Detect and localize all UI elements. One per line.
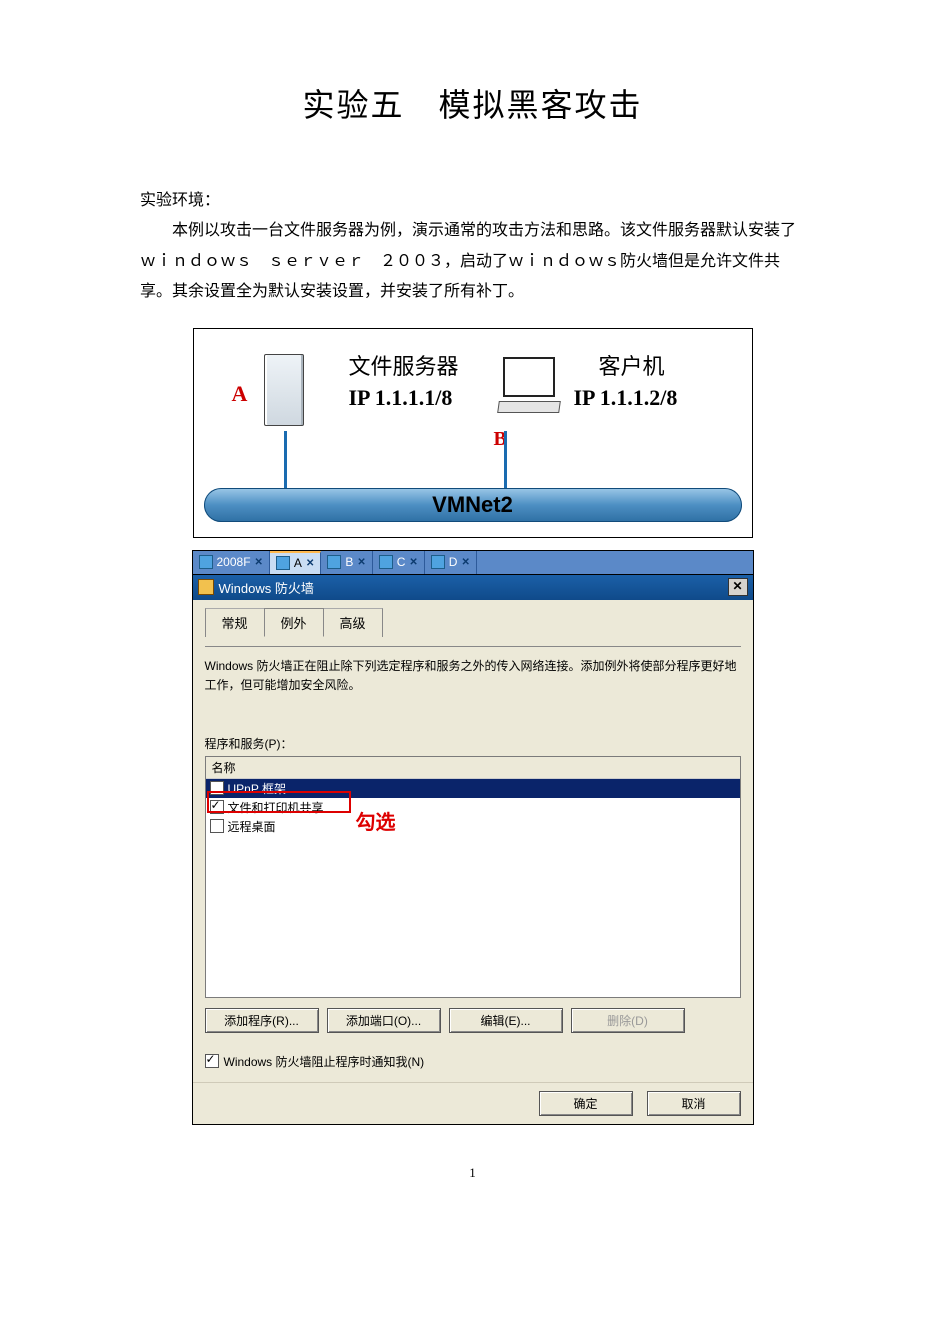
- vm-icon: [431, 555, 445, 569]
- close-icon[interactable]: ✕: [461, 557, 469, 568]
- list-item-fileshare[interactable]: 文件和打印机共享: [206, 798, 740, 817]
- vm-icon: [276, 556, 290, 570]
- dialog-tabs: 常规 例外 高级: [205, 608, 741, 637]
- vm-tab[interactable]: C ✕: [373, 551, 425, 574]
- network-wire: [284, 431, 287, 488]
- checkbox[interactable]: [210, 819, 224, 833]
- server-icon: [234, 344, 329, 434]
- tab-general[interactable]: 常规: [205, 608, 265, 637]
- add-port-button[interactable]: 添加端口(O)...: [327, 1008, 441, 1033]
- vm-tab[interactable]: 2008F ✕: [193, 551, 270, 574]
- server-letter: A: [232, 381, 248, 407]
- close-icon[interactable]: ✕: [255, 557, 263, 568]
- notify-option[interactable]: Windows 防火墙阻止程序时通知我(N): [205, 1053, 741, 1070]
- checkbox[interactable]: [210, 800, 224, 814]
- dialog-description: Windows 防火墙正在阻止除下列选定程序和服务之外的传入网络连接。添加例外将…: [205, 657, 741, 695]
- client-icon: [484, 357, 574, 413]
- tab-exceptions[interactable]: 例外: [264, 608, 324, 637]
- delete-button[interactable]: 删除(D): [571, 1008, 685, 1033]
- server-ip: IP 1.1.1.1/8: [349, 385, 453, 411]
- list-header: 名称: [206, 757, 740, 779]
- vm-tab[interactable]: B ✕: [321, 551, 372, 574]
- vm-tab-label: 2008F: [217, 555, 251, 569]
- vm-tab[interactable]: D ✕: [425, 551, 477, 574]
- notify-label: Windows 防火墙阻止程序时通知我(N): [224, 1053, 425, 1070]
- close-icon[interactable]: ✕: [357, 557, 365, 568]
- cancel-button[interactable]: 取消: [647, 1091, 741, 1116]
- vm-tab-label: A: [294, 556, 302, 570]
- dialog-titlebar[interactable]: Windows 防火墙 ✕: [193, 575, 753, 600]
- dialog-buttons-row: 添加程序(R)... 添加端口(O)... 编辑(E)... 删除(D): [205, 1008, 741, 1033]
- server-title: 文件服务器: [349, 349, 459, 381]
- env-paragraph: 本例以攻击一台文件服务器为例，演示通常的攻击方法和思路。该文件服务器默认安装了ｗ…: [140, 216, 805, 307]
- vm-tab-label: B: [345, 555, 353, 569]
- list-item-label: 远程桌面: [228, 818, 276, 835]
- close-icon[interactable]: ✕: [306, 558, 314, 569]
- page-number: 1: [140, 1165, 805, 1181]
- annotation-text: 勾选: [356, 806, 396, 835]
- shield-icon: [198, 579, 214, 595]
- doc-title: 实验五 模拟黑客攻击: [140, 80, 805, 126]
- client-ip: IP 1.1.1.2/8: [574, 385, 678, 411]
- tab-advanced[interactable]: 高级: [323, 608, 383, 637]
- env-label: 实验环境：: [140, 186, 805, 216]
- ok-button[interactable]: 确定: [539, 1091, 633, 1116]
- client-title: 客户机: [599, 349, 665, 381]
- close-button[interactable]: ✕: [728, 578, 748, 596]
- checkbox[interactable]: [205, 1054, 219, 1068]
- checkbox[interactable]: [210, 781, 224, 795]
- list-item-label: UPnP 框架: [228, 780, 286, 797]
- vm-tabstrip: 2008F ✕ A ✕ B ✕ C ✕ D ✕: [192, 550, 754, 574]
- add-program-button[interactable]: 添加程序(R)...: [205, 1008, 319, 1033]
- programs-listbox[interactable]: 名称 UPnP 框架 文件和打印机共享 远程桌面 勾选: [205, 756, 741, 998]
- list-group-label: 程序和服务(P)：: [205, 735, 741, 752]
- vm-icon: [199, 555, 213, 569]
- network-wire: [504, 431, 507, 488]
- list-item-upnp[interactable]: UPnP 框架: [206, 779, 740, 798]
- dialog-footer: 确定 取消: [193, 1082, 753, 1124]
- vm-icon: [379, 555, 393, 569]
- vm-icon: [327, 555, 341, 569]
- dialog-title-text: Windows 防火墙: [219, 578, 314, 597]
- vm-tab-label: C: [397, 555, 406, 569]
- vmnet-label: VMNet2: [204, 488, 742, 522]
- vm-tab-active[interactable]: A ✕: [270, 551, 321, 574]
- close-icon[interactable]: ✕: [409, 557, 417, 568]
- vm-tab-label: D: [449, 555, 458, 569]
- firewall-dialog: Windows 防火墙 ✕ 常规 例外 高级 Windows 防火墙正在阻止除下…: [192, 574, 754, 1125]
- list-item-label: 文件和打印机共享: [228, 799, 324, 816]
- network-diagram: A 文件服务器 IP 1.1.1.1/8 客户机 IP 1.1.1.2/8 B …: [193, 328, 753, 538]
- list-item-remotedesktop[interactable]: 远程桌面: [206, 817, 740, 836]
- edit-button[interactable]: 编辑(E)...: [449, 1008, 563, 1033]
